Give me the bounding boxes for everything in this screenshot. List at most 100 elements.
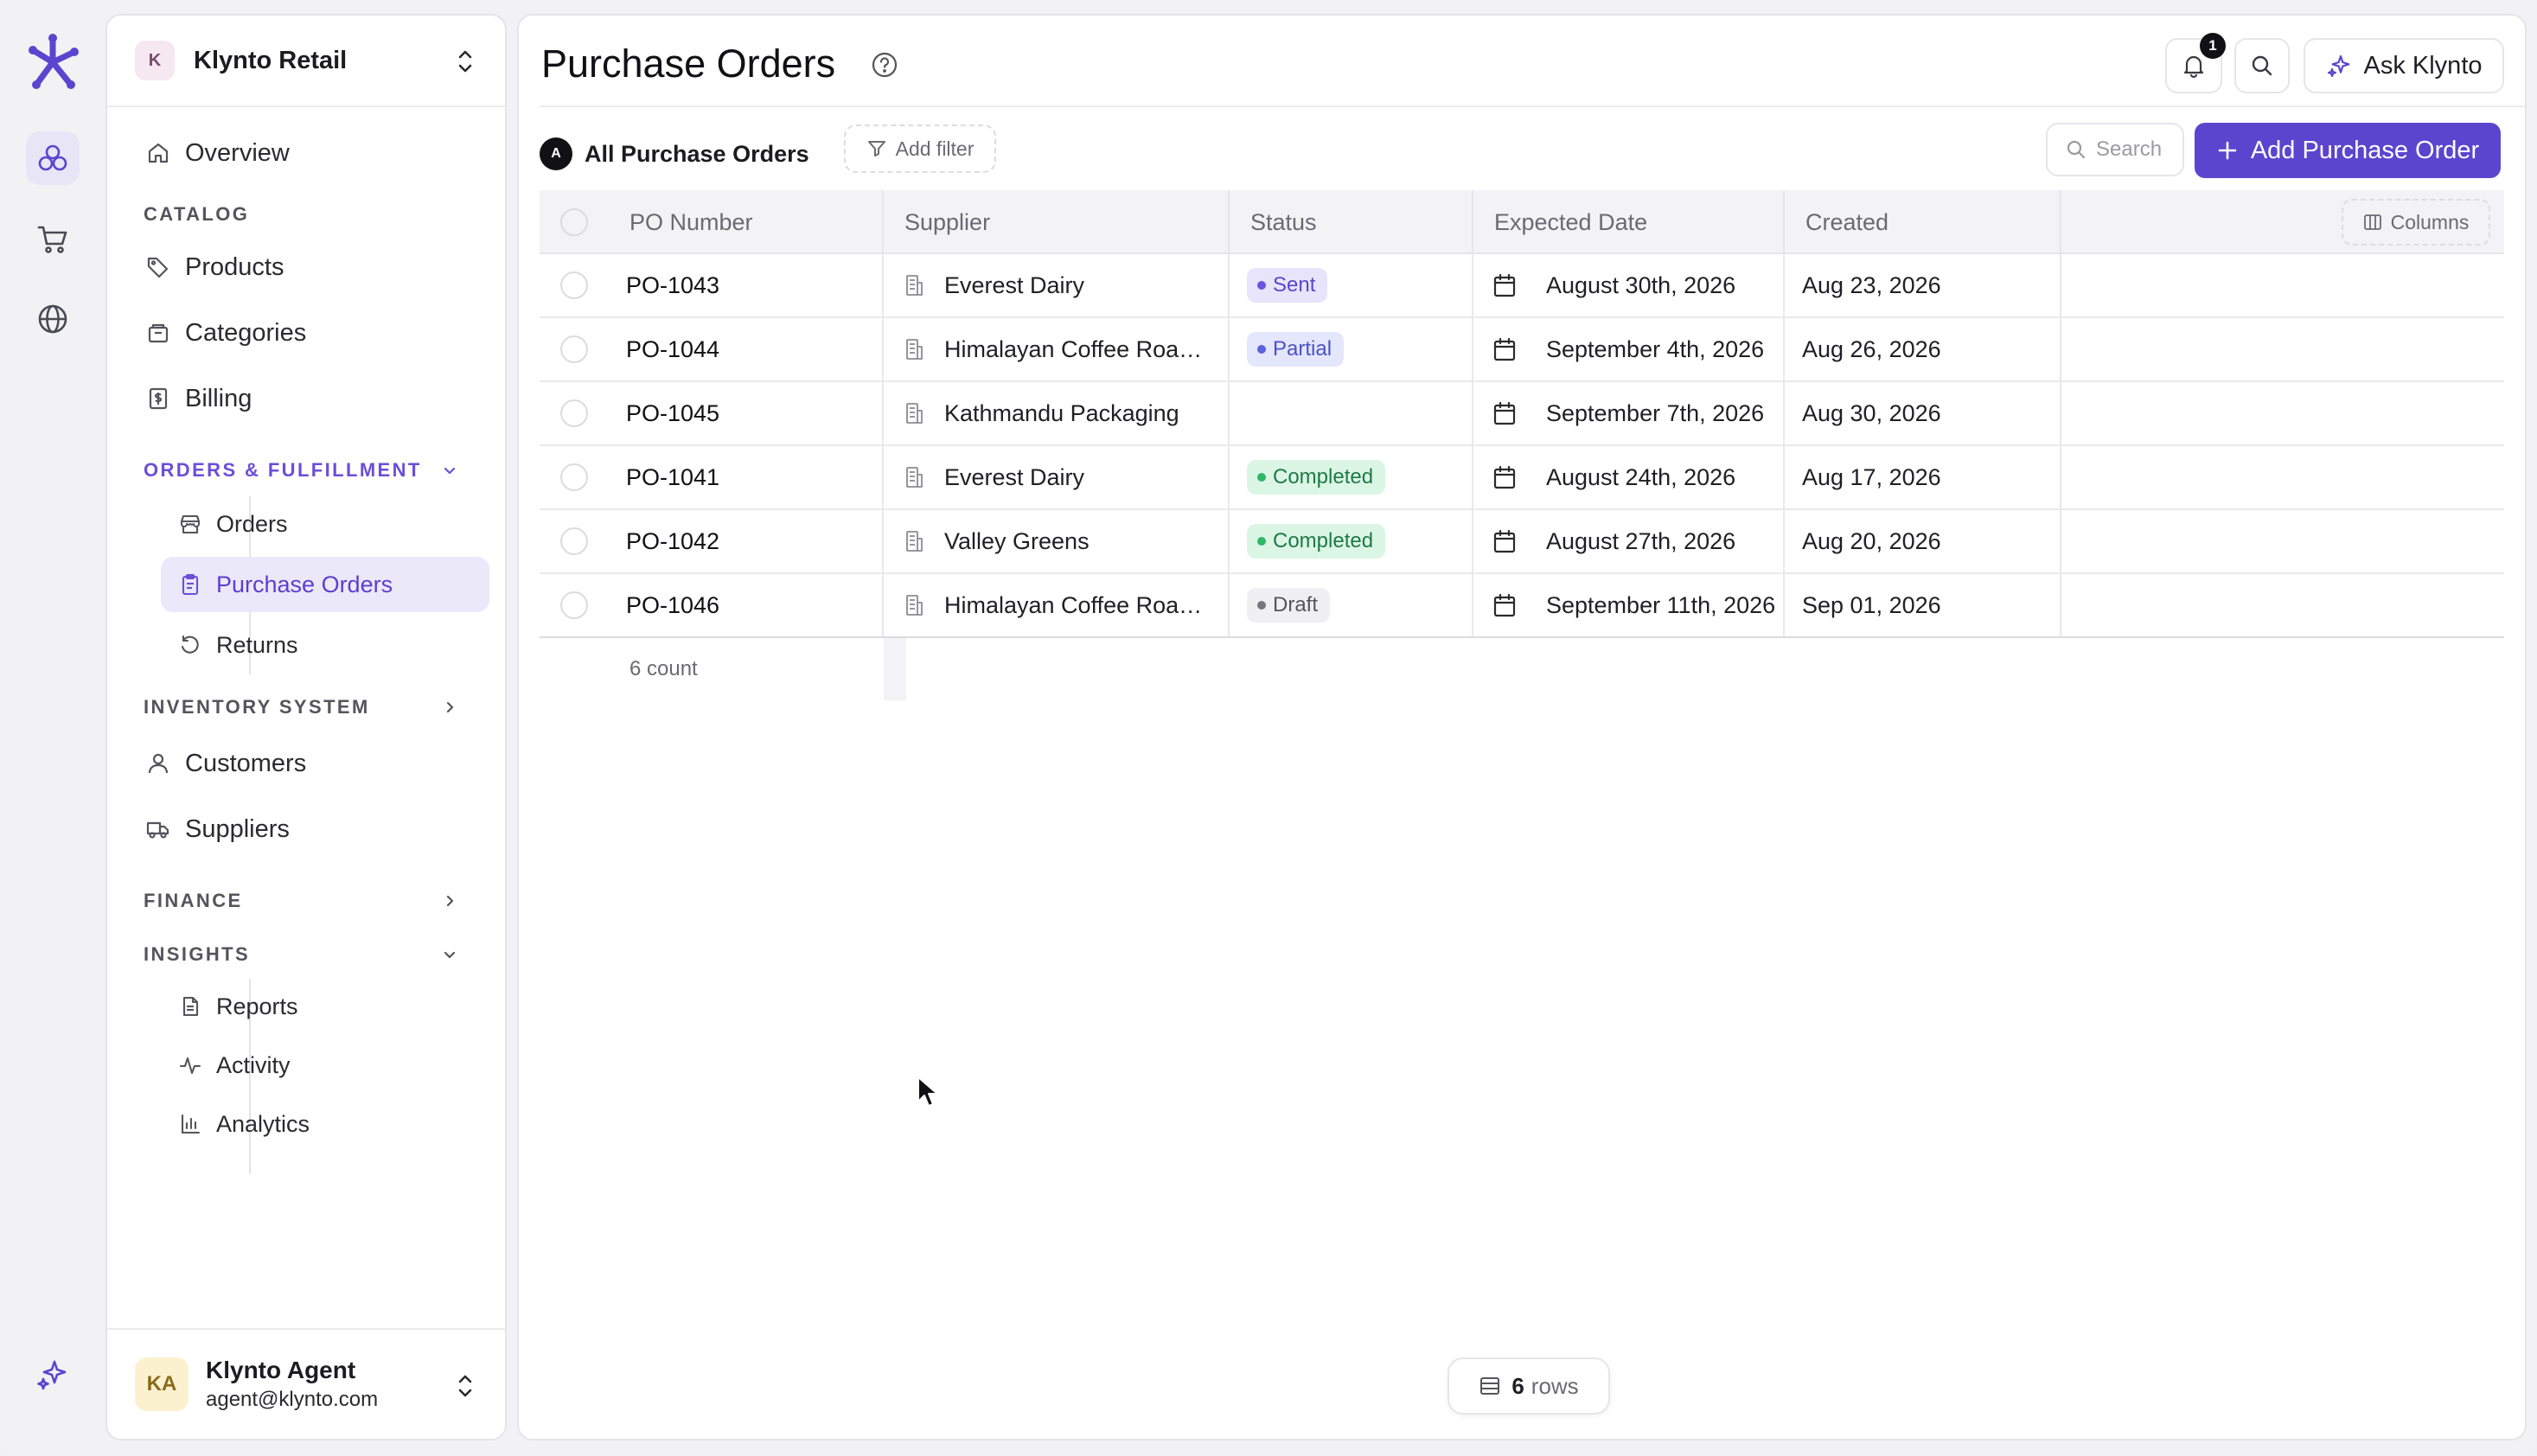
return-arrow-icon [178,633,202,657]
sidebar-item-label: Customers [185,749,307,777]
sidebar-item-customers[interactable]: Customers [123,737,489,790]
sidebar-item-orders[interactable]: Orders [161,496,489,552]
ask-klynto-label: Ask Klynto [2363,51,2483,80]
klynto-logo-icon[interactable] [24,31,81,92]
section-finance[interactable]: FINANCE [144,884,489,918]
app-window: K Klynto Retail Overview CATALOG Product… [0,0,2537,1456]
sidebar-item-overview[interactable]: Overview [123,126,489,180]
po-number-cell[interactable]: PO-1043 [609,254,884,316]
sidebar-item-reports[interactable]: Reports [161,979,489,1034]
footer-separator [884,638,906,700]
table-row[interactable]: PO-1046 Himalayan Coffee Roas... Draft S… [540,574,2504,638]
expected-date-cell[interactable]: August 30th, 2026 [1473,254,1785,316]
expected-date-cell[interactable]: September 4th, 2026 [1473,318,1785,380]
supplier-cell: Valley Greens [884,510,1230,572]
add-purchase-order-button[interactable]: Add Purchase Order [2195,123,2501,178]
rail-ai-button[interactable] [26,1347,80,1401]
building-icon [906,595,923,616]
po-number-cell[interactable]: PO-1042 [609,510,884,572]
sidebar-item-activity[interactable]: Activity [161,1038,489,1093]
supplier-cell: Kathmandu Packaging [884,382,1230,444]
section-insights[interactable]: INSIGHTS [144,937,489,972]
expected-date-cell[interactable]: August 27th, 2026 [1473,510,1785,572]
calendar-icon [1493,273,1516,297]
add-filter-button[interactable]: Add filter [844,125,996,173]
expected-date: August 30th, 2026 [1546,271,1736,298]
ask-klynto-button[interactable]: Ask Klynto [2304,38,2504,93]
view-selector[interactable]: A All Purchase Orders [540,130,809,178]
avatar: KA [135,1357,189,1411]
status-cell: Partial [1230,318,1473,380]
section-inventory-system[interactable]: INVENTORY SYSTEM [144,690,489,725]
rail-apps-button[interactable] [26,131,80,185]
sidebar-item-analytics[interactable]: Analytics [161,1096,489,1152]
expected-date-cell[interactable]: September 11th, 2026 [1473,574,1785,636]
sidebar-item-categories[interactable]: Categories [123,306,489,360]
expected-date-cell[interactable]: August 24th, 2026 [1473,446,1785,508]
row-checkbox[interactable] [560,335,588,363]
table-row[interactable]: PO-1043 Everest Dairy Sent August 30th, … [540,254,2504,318]
sidebar-item-billing[interactable]: Billing [123,372,489,425]
expected-date: September 11th, 2026 [1546,591,1776,618]
supplier-name: Himalayan Coffee Roas... [944,335,1204,362]
expected-date: September 7th, 2026 [1546,399,1765,426]
row-checkbox[interactable] [560,271,588,299]
column-header-status[interactable]: Status [1230,190,1473,254]
table-row[interactable]: PO-1042 Valley Greens Completed August 2… [540,510,2504,574]
table-search[interactable] [2046,123,2184,176]
table-row[interactable]: PO-1044 Himalayan Coffee Roas... Partial… [540,318,2504,382]
rail-globe-button[interactable] [26,292,80,346]
sparkle-icon [37,1360,67,1390]
sidebar-item-suppliers[interactable]: Suppliers [123,802,489,856]
user-info: Klynto Agent agent@klynto.com [206,1357,378,1412]
section-label: INVENTORY SYSTEM [144,696,370,718]
bell-icon [2183,55,2204,79]
row-checkbox[interactable] [560,399,588,427]
expected-date: August 24th, 2026 [1546,463,1736,490]
help-circle-icon[interactable] [870,50,899,80]
po-number-cell[interactable]: PO-1044 [609,318,884,380]
row-checkbox[interactable] [560,463,588,491]
column-header-created[interactable]: Created [1785,190,2061,254]
user-menu[interactable]: KA Klynto Agent agent@klynto.com [107,1328,505,1439]
row-checkbox[interactable] [560,591,588,619]
select-all-checkbox[interactable] [560,208,588,236]
columns-button[interactable]: Columns [2342,199,2490,246]
sidebar-item-purchase-orders[interactable]: Purchase Orders [161,557,489,612]
table-row[interactable]: PO-1041 Everest Dairy Completed August 2… [540,446,2504,510]
notifications-button[interactable]: 1 [2165,33,2226,93]
status-cell: Completed [1230,446,1473,508]
po-number-cell[interactable]: PO-1045 [609,382,884,444]
expected-date-cell[interactable]: September 7th, 2026 [1473,382,1785,444]
created-cell: Aug 26, 2026 [1785,318,2061,380]
section-orders-fulfillment[interactable]: ORDERS & FULFILLMENT [144,453,489,488]
globe-icon [38,304,67,334]
column-header-po-number[interactable]: PO Number [609,190,884,254]
header-divider [540,105,2525,107]
po-number-cell[interactable]: PO-1041 [609,446,884,508]
po-number-cell[interactable]: PO-1046 [609,574,884,636]
tag-icon [145,254,171,280]
search-input[interactable] [2096,137,2182,162]
column-header-expected-date[interactable]: Expected Date [1473,190,1785,254]
rows-indicator[interactable]: 6 rows [1447,1357,1610,1414]
column-header-supplier[interactable]: Supplier [884,190,1230,254]
status-badge: Sent [1247,268,1328,303]
sidebar-item-products[interactable]: Products [123,240,489,294]
cart-icon [37,226,67,253]
home-icon [145,140,171,166]
chevron-down-icon [444,951,456,959]
status-cell [1230,382,1473,444]
building-icon [906,275,923,296]
supplier-cell: Everest Dairy [884,446,1230,508]
workspace-switcher[interactable]: K Klynto Retail [107,16,505,107]
calendar-icon [1493,337,1516,361]
sidebar-item-returns[interactable]: Returns [161,617,489,673]
calendar-icon [1493,529,1516,553]
search-button[interactable] [2234,38,2290,93]
row-checkbox[interactable] [560,527,588,555]
table-row[interactable]: PO-1045 Kathmandu Packaging September 7t… [540,382,2504,446]
notification-count-badge: 1 [2200,33,2226,59]
view-label: All Purchase Orders [585,140,809,167]
rail-cart-button[interactable] [26,213,80,266]
